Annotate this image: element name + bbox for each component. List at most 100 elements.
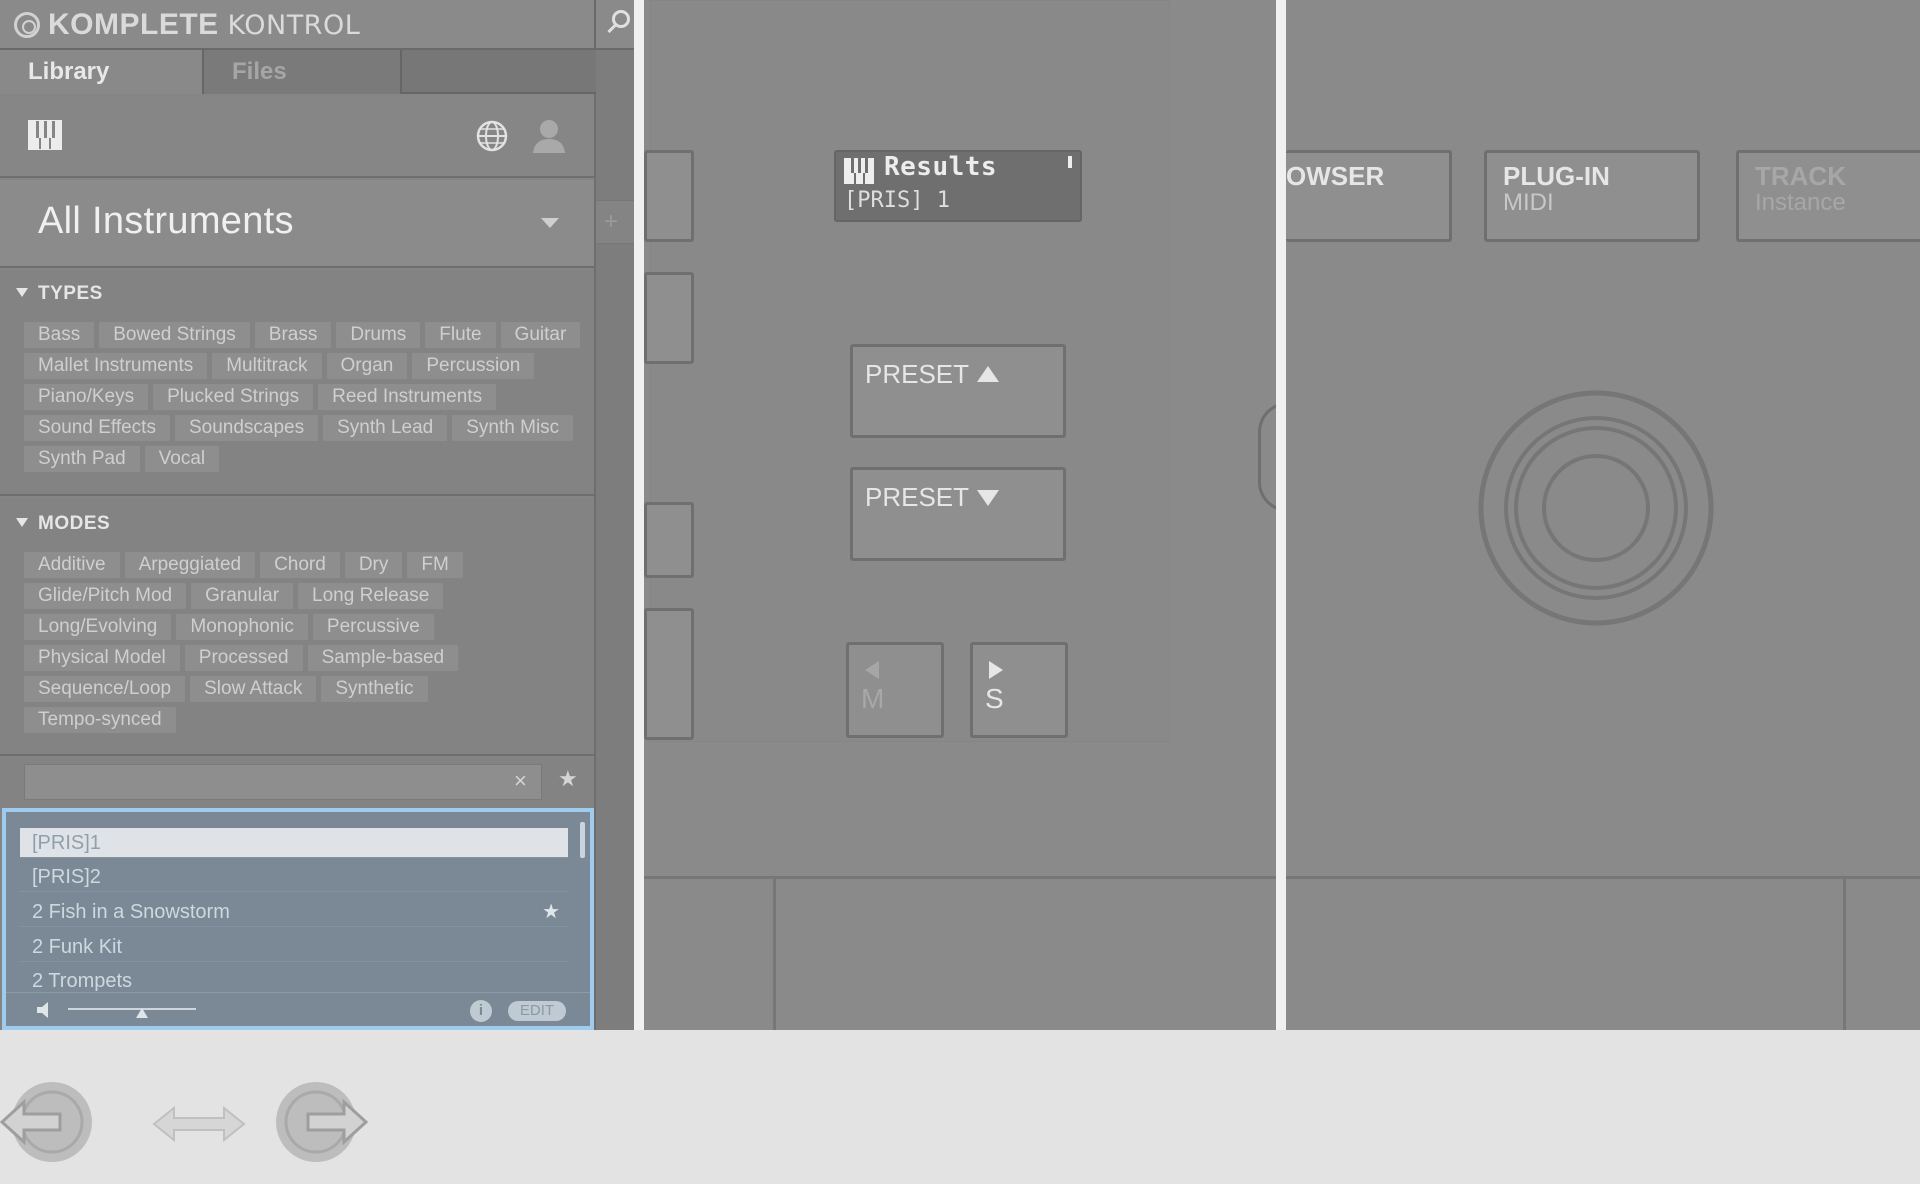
tag-long-evolving[interactable]: Long/Evolving [24, 614, 172, 640]
globe-icon[interactable] [476, 120, 508, 152]
tag-glide-pitch-mod[interactable]: Glide/Pitch Mod [24, 583, 187, 609]
track-button-sublabel: Instance [1755, 189, 1846, 216]
tag-mallet-instruments[interactable]: Mallet Instruments [24, 353, 208, 379]
hardware-button[interactable] [644, 272, 694, 364]
tag-organ[interactable]: Organ [326, 353, 408, 379]
result-name: 2 Funk Kit [32, 936, 123, 958]
plugin-button-sublabel: MIDI [1503, 189, 1554, 216]
plus-icon[interactable]: + [604, 208, 618, 236]
triangle-up-icon [977, 366, 1000, 382]
favorite-star-icon[interactable]: ★ [542, 897, 560, 927]
track-instance-button[interactable]: TRACK Instance [1736, 150, 1920, 242]
result-item[interactable]: [PRIS]2 [20, 862, 568, 892]
preset-down-text: PRESET [865, 482, 970, 512]
tag-percussion[interactable]: Percussion [412, 353, 535, 379]
tag-processed[interactable]: Processed [184, 645, 303, 671]
edit-button[interactable]: EDIT [508, 1001, 566, 1021]
volume-slider[interactable] [68, 1008, 196, 1010]
modes-heading[interactable]: MODES [16, 513, 110, 535]
chevron-down-icon[interactable] [541, 218, 559, 228]
tag-flute[interactable]: Flute [425, 322, 496, 348]
tag-fm[interactable]: FM [407, 552, 463, 578]
tag-granular[interactable]: Granular [191, 583, 294, 609]
divider [634, 0, 644, 1030]
four-d-encoder-knob[interactable] [1478, 390, 1714, 626]
selector-label[interactable]: All Instruments [38, 200, 294, 243]
tag-drums[interactable]: Drums [336, 322, 421, 348]
tag-synthetic[interactable]: Synthetic [321, 676, 428, 702]
preset-up-text: PRESET [865, 359, 970, 389]
tag-dry[interactable]: Dry [344, 552, 403, 578]
tag-bass[interactable]: Bass [24, 322, 95, 348]
result-item[interactable]: 2 Funk Kit [20, 932, 568, 962]
tag-synth-pad[interactable]: Synth Pad [24, 446, 140, 472]
swap-arrow-icon[interactable] [150, 1104, 248, 1144]
track-button-label: TRACK [1755, 161, 1846, 191]
favorites-filter-icon[interactable]: ★ [558, 766, 578, 792]
tag-sample-based[interactable]: Sample-based [307, 645, 459, 671]
hardware-button[interactable] [644, 150, 694, 242]
preset-down-label: PRESET [865, 482, 1000, 513]
tag-additive[interactable]: Additive [24, 552, 120, 578]
browser-button-label: OWSER [1286, 161, 1385, 191]
tag-sound-effects[interactable]: Sound Effects [24, 415, 170, 441]
tag-physical-model[interactable]: Physical Model [24, 645, 180, 671]
divider [1276, 0, 1286, 1030]
tag-guitar[interactable]: Guitar [500, 322, 581, 348]
tag-long-release[interactable]: Long Release [298, 583, 444, 609]
tab-library[interactable]: Library [0, 50, 202, 94]
tag-multitrack[interactable]: Multitrack [212, 353, 322, 379]
tag-tempo-synced[interactable]: Tempo-synced [24, 707, 176, 733]
tag-percussive[interactable]: Percussive [312, 614, 434, 640]
types-heading[interactable]: TYPES [16, 283, 103, 305]
forward-arrow-icon[interactable] [264, 1080, 368, 1164]
search-input[interactable] [24, 764, 542, 800]
mute-button[interactable]: M [846, 642, 944, 738]
browser-button[interactable]: OWSER [1286, 150, 1452, 242]
tag-plucked-strings[interactable]: Plucked Strings [153, 384, 314, 410]
tag-soundscapes[interactable]: Soundscapes [174, 415, 319, 441]
solo-button[interactable]: S [970, 642, 1068, 738]
preset-down-button[interactable]: PRESET [850, 467, 1066, 561]
tag-brass[interactable]: Brass [254, 322, 332, 348]
search-icon[interactable] [612, 10, 630, 28]
app-title-bold: KOMPLETE [48, 8, 219, 41]
user-icon[interactable] [530, 118, 568, 154]
result-name: 2 Fish in a Snowstorm [32, 901, 230, 923]
piano-keys-icon[interactable] [28, 120, 62, 150]
plugin-midi-button[interactable]: PLUG-IN MIDI [1484, 150, 1700, 242]
hardware-button[interactable] [644, 608, 694, 740]
volume-slider-thumb[interactable] [136, 1008, 149, 1018]
tag-arpeggiated[interactable]: Arpeggiated [124, 552, 256, 578]
keybed-segment [644, 876, 776, 1030]
collapse-triangle-icon[interactable] [16, 288, 28, 297]
tag-synth-lead[interactable]: Synth Lead [323, 415, 448, 441]
tag-monophonic[interactable]: Monophonic [176, 614, 308, 640]
hardware-button[interactable] [644, 502, 694, 578]
tag-vocal[interactable]: Vocal [144, 446, 220, 472]
preset-up-button[interactable]: PRESET [850, 344, 1066, 438]
tag-sequence-loop[interactable]: Sequence/Loop [24, 676, 186, 702]
display-subtitle: [PRIS] 1 [844, 188, 950, 213]
display-title: Results [884, 152, 998, 182]
tag-piano-keys[interactable]: Piano/Keys [24, 384, 149, 410]
tab-files[interactable]: Files [202, 50, 402, 94]
tag-chord[interactable]: Chord [260, 552, 340, 578]
tag-synth-misc[interactable]: Synth Misc [452, 415, 574, 441]
collapse-triangle-icon[interactable] [16, 518, 28, 527]
tag-bowed-strings[interactable]: Bowed Strings [99, 322, 250, 348]
preset-up-label: PRESET [865, 359, 1000, 390]
plugin-button-label: PLUG-IN [1503, 161, 1610, 191]
tag-slow-attack[interactable]: Slow Attack [190, 676, 317, 702]
result-item[interactable]: [PRIS]1 [20, 828, 568, 858]
result-name: [PRIS]2 [32, 866, 101, 888]
tag-reed-instruments[interactable]: Reed Instruments [318, 384, 497, 410]
back-arrow-icon[interactable] [0, 1080, 104, 1164]
info-icon[interactable]: i [470, 1000, 492, 1022]
results-scrollbar[interactable] [580, 822, 585, 858]
speaker-icon[interactable] [36, 1000, 54, 1020]
sidebar-strip [596, 50, 634, 1030]
piano-keys-icon [844, 158, 874, 184]
result-item[interactable]: 2 Fish in a Snowstorm ★ [20, 897, 568, 927]
clear-search-icon[interactable]: × [514, 768, 527, 794]
